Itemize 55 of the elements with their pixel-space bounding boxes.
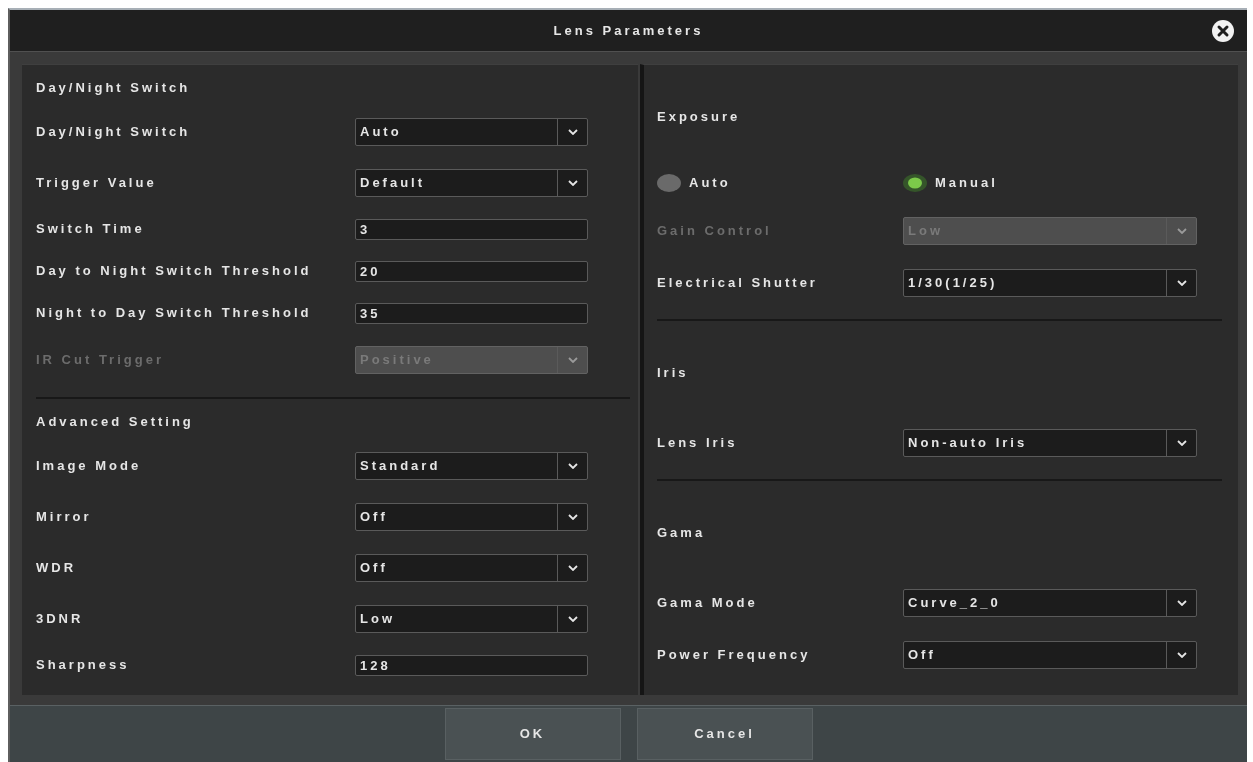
radio-icon[interactable] bbox=[657, 174, 681, 192]
chevron-down-icon bbox=[567, 462, 578, 469]
field-label: Day/Night Switch bbox=[36, 123, 191, 139]
dropdown[interactable]: Auto bbox=[355, 117, 588, 146]
input-field[interactable]: 35 bbox=[355, 302, 588, 324]
radio-label[interactable]: Manual bbox=[935, 174, 998, 192]
chevron-down-icon bbox=[567, 179, 578, 186]
input-field[interactable]: 3 bbox=[355, 218, 588, 240]
field-label: 3DNR bbox=[36, 610, 84, 626]
section-heading: Gama bbox=[657, 524, 707, 542]
field-label: Lens Iris bbox=[657, 435, 738, 451]
chevron-down-icon bbox=[1176, 440, 1187, 446]
section-heading: Day/Night Switch bbox=[36, 79, 192, 97]
dropdown[interactable]: Curve_2_0 bbox=[903, 589, 1197, 617]
chevron-down-icon bbox=[567, 128, 578, 135]
field-label: Power Frequency bbox=[657, 647, 811, 663]
chevron-down-icon bbox=[1176, 280, 1187, 286]
field-label: Day to Night Switch Threshold bbox=[36, 263, 312, 279]
dialog-button[interactable]: Cancel bbox=[636, 708, 813, 760]
close-icon[interactable] bbox=[1212, 19, 1234, 42]
field-label: Gain Control bbox=[657, 223, 772, 239]
chevron-down-icon bbox=[567, 564, 578, 571]
dropdown[interactable]: 1/30(1/25) bbox=[903, 269, 1197, 297]
field-label: Trigger Value bbox=[36, 174, 157, 190]
dialog-title: Lens Parameters bbox=[553, 21, 704, 40]
dropdown[interactable]: Low bbox=[355, 604, 588, 633]
field-label: Image Mode bbox=[36, 457, 142, 473]
field-label: Gama Mode bbox=[657, 595, 758, 611]
dropdown[interactable]: Off bbox=[355, 553, 588, 582]
field-label: IR Cut Trigger bbox=[36, 351, 164, 367]
section-heading: Exposure bbox=[657, 108, 742, 126]
chevron-down-icon bbox=[567, 513, 578, 520]
dropdown[interactable]: Off bbox=[903, 641, 1197, 669]
dialog-button[interactable]: OK bbox=[444, 708, 621, 760]
radio-icon[interactable] bbox=[903, 174, 927, 192]
input-field[interactable]: 20 bbox=[355, 260, 588, 282]
chevron-down-icon bbox=[1176, 228, 1187, 234]
field-label: Switch Time bbox=[36, 221, 145, 237]
input-field[interactable]: 128 bbox=[355, 654, 588, 676]
field-label: Mirror bbox=[36, 508, 92, 524]
dropdown[interactable]: Non-auto Iris bbox=[903, 429, 1197, 457]
field-label: Night to Day Switch Threshold bbox=[36, 305, 312, 321]
radio-label[interactable]: Auto bbox=[689, 174, 731, 192]
field-label: Sharpness bbox=[36, 657, 130, 673]
chevron-down-icon bbox=[1176, 600, 1187, 606]
field-label: Electrical Shutter bbox=[657, 275, 818, 291]
chevron-down-icon bbox=[567, 615, 578, 622]
chevron-down-icon bbox=[1176, 652, 1187, 658]
dropdown[interactable]: Default bbox=[355, 168, 588, 197]
chevron-down-icon bbox=[567, 356, 578, 363]
section-heading: Advanced Setting bbox=[36, 413, 195, 431]
dropdown[interactable]: Off bbox=[355, 502, 588, 531]
field-label: WDR bbox=[36, 559, 77, 575]
section-heading: Iris bbox=[657, 364, 690, 382]
dropdown[interactable]: Standard bbox=[355, 451, 588, 480]
